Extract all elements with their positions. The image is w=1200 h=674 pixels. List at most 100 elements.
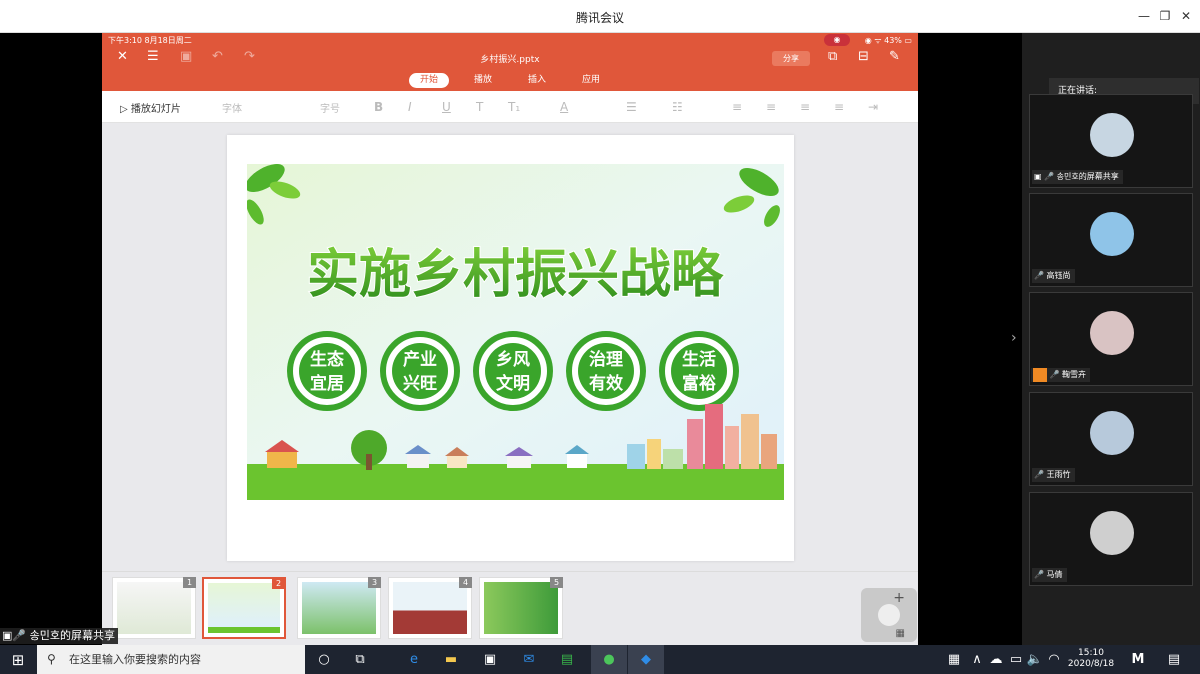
share-button[interactable]: 分享 bbox=[772, 51, 810, 66]
avatar bbox=[1090, 113, 1134, 157]
restore-button[interactable]: ❐ bbox=[1155, 7, 1175, 25]
slide-thumbnails: 1 2 3 4 5 bbox=[102, 571, 918, 645]
slide-banner: 实施乡村振兴战略 生态宜居产业兴旺乡风文明治理有效生活富裕 bbox=[247, 164, 784, 500]
search-icon: ⚲ bbox=[47, 652, 56, 666]
mail-icon[interactable]: ✉ bbox=[519, 650, 539, 670]
slide-number: 3 bbox=[368, 577, 381, 588]
circle-label: 宜居 bbox=[310, 373, 344, 394]
slide-thumbnail-1[interactable]: 1 bbox=[112, 577, 196, 639]
indent-icon[interactable]: ⇥ bbox=[868, 100, 878, 114]
justify-icon[interactable]: ≡ bbox=[834, 100, 844, 114]
screen-share-label-text: 송민호的屏幕共享 bbox=[29, 629, 115, 642]
windows-taskbar: ⊞ ⚲ 在这里输入你要搜索的内容 ○ ⧉ e ▬ ▣ ✉ ▤ ● ◆ ▦ ∧ ☁… bbox=[0, 645, 1200, 674]
subscript-button[interactable]: T₁ bbox=[508, 100, 520, 114]
thumbnail-preview bbox=[208, 583, 280, 633]
slide-number: 2 bbox=[272, 578, 285, 589]
bullet-list-icon[interactable]: ☰ bbox=[626, 100, 637, 114]
participant-tile[interactable]: ▣ 🎤 송민호的屏幕共享 bbox=[1029, 94, 1193, 188]
file-explorer-icon[interactable]: ▬ bbox=[441, 650, 461, 670]
participant-name-text: 高钰尚 bbox=[1046, 271, 1071, 280]
participant-tile[interactable]: 🎤 王雨竹 bbox=[1029, 392, 1193, 486]
taskbar-search-input[interactable]: ⚲ 在这里输入你要搜索的内容 bbox=[37, 645, 305, 674]
slide-thumbnail-3[interactable]: 3 bbox=[297, 577, 381, 639]
iqiyi-icon[interactable]: ▤ bbox=[557, 650, 577, 670]
close-window-button[interactable]: ✕ bbox=[1176, 7, 1196, 25]
circle-label: 生态 bbox=[310, 349, 344, 370]
clock-time: 15:10 bbox=[1078, 648, 1104, 658]
bold-button[interactable]: B bbox=[374, 100, 383, 114]
task-view-icon[interactable]: ⧉ bbox=[350, 650, 370, 670]
thumbnail-preview bbox=[393, 582, 467, 634]
status-time: 下午3:10 8月18日周二 bbox=[108, 36, 192, 45]
participant-tile[interactable]: 🎤 高钰尚 bbox=[1029, 193, 1193, 287]
wechat-icon[interactable]: ● bbox=[591, 645, 627, 674]
store-icon[interactable]: ▣ bbox=[480, 650, 500, 670]
font-size-select[interactable]: 字号 bbox=[320, 100, 340, 115]
font-family-select[interactable]: 字体 bbox=[222, 100, 242, 115]
numbered-list-icon[interactable]: ☷ bbox=[672, 100, 683, 114]
battery-status: ◉ ᯤ 43% ▭ bbox=[864, 36, 912, 45]
thumbnail-preview bbox=[117, 582, 191, 634]
tab-apps[interactable]: 应用 bbox=[571, 73, 611, 88]
align-right-icon[interactable]: ≡ bbox=[800, 100, 810, 114]
assistive-touch-icon bbox=[878, 604, 900, 626]
show-hidden-icons[interactable]: ∧ bbox=[967, 650, 987, 670]
slide-circle-badge: 治理有效 bbox=[566, 331, 646, 411]
participant-tile[interactable]: 🎤 鞠雪卉 bbox=[1029, 292, 1193, 386]
tab-play[interactable]: 播放 bbox=[463, 73, 503, 88]
battery-icon[interactable]: ▭ bbox=[1006, 650, 1026, 670]
tencent-meeting-icon[interactable]: ◆ bbox=[628, 645, 664, 674]
windows-start-icon[interactable]: ⊞ bbox=[8, 650, 28, 670]
slide-circle-badge: 生态宜居 bbox=[287, 331, 367, 411]
notification-icon[interactable]: ▤ bbox=[1164, 650, 1184, 670]
tab-insert[interactable]: 插入 bbox=[517, 73, 557, 88]
slide-circle-badge: 生活富裕 bbox=[659, 331, 739, 411]
grid-icon[interactable]: ▦ bbox=[896, 628, 905, 639]
circle-label: 富裕 bbox=[682, 373, 716, 394]
circle-label: 兴旺 bbox=[403, 374, 437, 394]
copy-icon[interactable]: ⧉ bbox=[828, 49, 837, 64]
slide-thumbnail-4[interactable]: 4 bbox=[388, 577, 472, 639]
clock-date: 2020/8/18 bbox=[1067, 659, 1115, 669]
ime-icon[interactable]: M bbox=[1128, 650, 1148, 670]
italic-button[interactable]: I bbox=[408, 100, 412, 114]
volume-icon[interactable]: 🔈 bbox=[1025, 650, 1045, 670]
slide-canvas[interactable]: 实施乡村振兴战略 生态 宜居 产业 兴旺 乡风 文明 治理 有效 生活 富裕 bbox=[227, 135, 794, 561]
battery-level: 43% bbox=[884, 36, 902, 45]
thumbnail-preview bbox=[302, 582, 376, 634]
avatar bbox=[1090, 212, 1134, 256]
circle-label: 有效 bbox=[589, 373, 623, 394]
slide-thumbnail-2[interactable]: 2 bbox=[202, 577, 286, 639]
format-toolbar: ▷ 播放幻灯片 字体 字号 B I U T T₁ A ☰ ☷ ≡ ≡ ≡ ≡ ⇥ bbox=[102, 91, 918, 123]
edge-icon[interactable]: e bbox=[404, 650, 424, 670]
participant-name: ▣ 🎤 송민호的屏幕共享 bbox=[1032, 170, 1123, 184]
avatar bbox=[1090, 511, 1134, 555]
underline-button[interactable]: U bbox=[442, 100, 451, 114]
play-slideshow-label: 播放幻灯片 bbox=[130, 104, 181, 115]
slide-circle-badge: 乡风文明 bbox=[473, 331, 553, 411]
record-indicator: ◉ bbox=[824, 34, 850, 46]
strikethrough-button[interactable]: T bbox=[476, 100, 483, 114]
play-slideshow-button[interactable]: ▷ 播放幻灯片 bbox=[120, 100, 181, 115]
cortana-icon[interactable]: ○ bbox=[314, 650, 334, 670]
add-slide-icon[interactable]: + bbox=[893, 590, 905, 606]
input-method-icon[interactable]: ▦ bbox=[944, 650, 964, 670]
align-center-icon[interactable]: ≡ bbox=[766, 100, 776, 114]
taskbar-clock[interactable]: 15:10 2020/8/18 bbox=[1066, 648, 1116, 670]
align-left-icon[interactable]: ≡ bbox=[732, 100, 742, 114]
slide-thumbnail-5[interactable]: 5 bbox=[479, 577, 563, 639]
book-icon[interactable]: ⊟ bbox=[858, 49, 869, 64]
font-color-button[interactable]: A bbox=[560, 100, 568, 114]
network-icon[interactable]: ◠ bbox=[1044, 650, 1064, 670]
tab-start[interactable]: 开始 bbox=[409, 73, 449, 88]
circle-label: 文明 bbox=[496, 373, 530, 394]
floating-assistive-button[interactable]: + ▦ bbox=[861, 588, 917, 642]
circle-label: 乡风 bbox=[496, 350, 530, 370]
participant-tile[interactable]: 🎤 马倩 bbox=[1029, 492, 1193, 586]
minimize-button[interactable]: — bbox=[1134, 7, 1154, 25]
collapse-panel-icon[interactable]: › bbox=[1011, 330, 1017, 346]
window-title: 腾讯会议 bbox=[575, 11, 624, 25]
onedrive-icon[interactable]: ☁ bbox=[986, 650, 1006, 670]
pen-icon[interactable]: ✎ bbox=[889, 49, 900, 64]
participant-name-text: 송민호的屏幕共享 bbox=[1056, 172, 1119, 181]
